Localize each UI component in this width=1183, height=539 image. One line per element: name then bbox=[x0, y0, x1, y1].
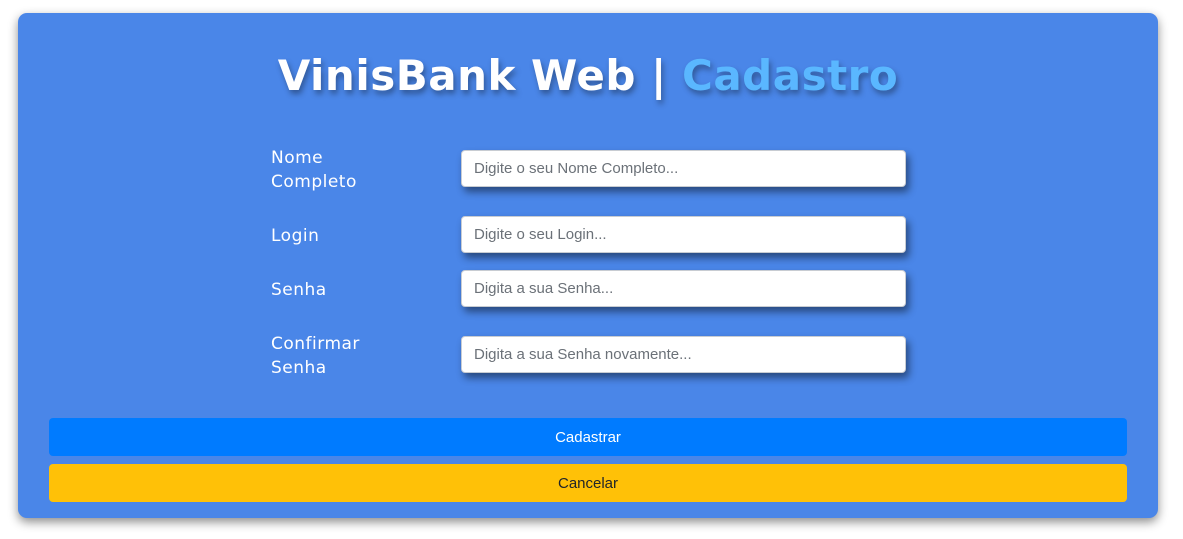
password-label-line1: Senha bbox=[271, 280, 327, 300]
confirm-password-label-line2: Senha bbox=[271, 358, 327, 378]
cancel-button[interactable]: Cancelar bbox=[49, 464, 1127, 502]
register-card: VinisBank Web | Cadastro Nome Completo L… bbox=[18, 13, 1158, 518]
confirm-password-label-line1: Confirmar bbox=[271, 334, 360, 354]
full-name-input[interactable] bbox=[461, 150, 906, 187]
login-label: Login bbox=[271, 224, 411, 248]
full-name-label-line2: Completo bbox=[271, 172, 357, 192]
full-name-label: Nome Completo bbox=[271, 146, 411, 194]
page-title: VinisBank Web | Cadastro bbox=[18, 51, 1158, 100]
password-input[interactable] bbox=[461, 270, 906, 307]
password-label: Senha bbox=[271, 278, 411, 302]
full-name-label-line1: Nome bbox=[271, 148, 324, 168]
login-label-line1: Login bbox=[271, 226, 320, 246]
register-button[interactable]: Cadastrar bbox=[49, 418, 1127, 456]
title-section: Cadastro bbox=[682, 51, 899, 100]
confirm-password-input[interactable] bbox=[461, 336, 906, 373]
title-brand: VinisBank Web bbox=[277, 51, 636, 100]
title-separator: | bbox=[651, 51, 667, 100]
login-input[interactable] bbox=[461, 216, 906, 253]
confirm-password-label: Confirmar Senha bbox=[271, 332, 411, 380]
